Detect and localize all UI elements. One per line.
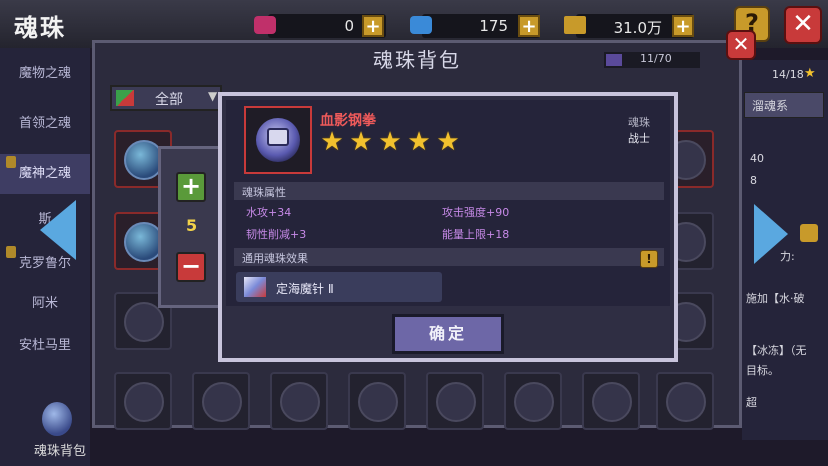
right-text-4: 目标。 bbox=[746, 364, 779, 377]
star-icon: ★ bbox=[436, 127, 460, 157]
right-progress: 14/18 bbox=[772, 68, 804, 81]
attributes-header bbox=[234, 182, 664, 200]
soul-bag-icon[interactable] bbox=[42, 402, 72, 436]
decrease-button[interactable]: − bbox=[176, 252, 206, 282]
lock-icon bbox=[6, 156, 16, 168]
right-value-2: 8 bbox=[750, 174, 757, 187]
quantity-value: 5 bbox=[186, 216, 198, 235]
right-text-2: 施加【水·破 bbox=[746, 292, 805, 305]
lock-icon bbox=[6, 246, 16, 258]
blue-gem-icon bbox=[410, 16, 432, 34]
attribute-toughness-reduction: 韧性削减+3 bbox=[246, 228, 307, 241]
add-gold-button[interactable]: + bbox=[672, 15, 694, 37]
soul-orb-icon bbox=[280, 382, 320, 422]
soul-bag-label[interactable]: 魂珠背包 bbox=[34, 440, 86, 459]
add-pink-gem-button[interactable]: + bbox=[362, 15, 384, 37]
soul-orb-icon bbox=[666, 382, 706, 422]
sidebar-item-andumari[interactable]: 安杜马里 bbox=[0, 326, 90, 366]
star-icon: ★ bbox=[378, 127, 402, 157]
right-help-chip[interactable] bbox=[800, 224, 818, 242]
attribute-water-attack: 水攻+34 bbox=[246, 206, 292, 219]
soul-orb-icon bbox=[124, 382, 164, 422]
filter-label: 全部 bbox=[155, 92, 183, 108]
add-blue-gem-button[interactable]: + bbox=[518, 15, 540, 37]
effect-chip[interactable] bbox=[236, 272, 442, 302]
soul-orb-icon bbox=[514, 382, 554, 422]
pink-gem-icon bbox=[254, 16, 276, 34]
filter-icon bbox=[116, 90, 134, 106]
previous-arrow-icon[interactable] bbox=[40, 200, 76, 260]
attributes-title: 魂珠属性 bbox=[242, 186, 286, 199]
gold-chest-icon bbox=[564, 16, 586, 34]
item-class: 战士 bbox=[628, 132, 650, 145]
star-icon: ★ bbox=[407, 127, 431, 157]
soul-orb-icon bbox=[358, 382, 398, 422]
fist-icon bbox=[267, 128, 289, 146]
close-bag-button[interactable]: ✕ bbox=[726, 30, 756, 60]
resource-pink-value: 0 bbox=[344, 17, 354, 35]
attribute-energy-cap: 能量上限+18 bbox=[442, 228, 510, 241]
chevron-down-icon: ▼ bbox=[208, 89, 218, 103]
soul-orb-icon bbox=[436, 382, 476, 422]
soul-orb-icon bbox=[202, 382, 242, 422]
right-text-5: 超 bbox=[746, 396, 757, 409]
star-icon: ★ bbox=[320, 127, 344, 157]
resource-gold-value: 31.0万 bbox=[613, 19, 662, 37]
capacity-text: 11/70 bbox=[640, 52, 672, 65]
star-icon: ★ bbox=[349, 127, 373, 157]
item-category: 魂珠 bbox=[628, 116, 650, 129]
attribute-attack-power: 攻击强度+90 bbox=[442, 206, 510, 219]
star-icon: ★ bbox=[804, 66, 816, 81]
resource-blue-value: 175 bbox=[479, 17, 508, 35]
effect-help-button[interactable]: ! bbox=[640, 250, 658, 268]
increase-button[interactable]: + bbox=[176, 172, 206, 202]
confirm-button[interactable]: 确定 bbox=[392, 314, 504, 354]
right-tab-label: 溜魂系 bbox=[752, 99, 789, 113]
right-value-1: 40 bbox=[750, 152, 764, 165]
next-arrow-icon[interactable] bbox=[754, 204, 788, 264]
capacity-fill bbox=[606, 54, 622, 66]
sidebar-item-ami[interactable]: 阿米 bbox=[0, 284, 90, 324]
sidebar-item-boss-soul[interactable]: 首领之魂 bbox=[0, 104, 90, 144]
soul-orb-icon bbox=[124, 302, 164, 342]
effect-name: 定海魔针 Ⅱ bbox=[276, 282, 334, 296]
effect-title: 通用魂珠效果 bbox=[242, 252, 308, 265]
sidebar-item-monster-soul[interactable]: 魔物之魂 bbox=[0, 54, 90, 94]
close-screen-button[interactable]: ✕ bbox=[784, 6, 822, 44]
soul-orb-icon bbox=[592, 382, 632, 422]
right-text-3: 【冰冻】（无 bbox=[746, 344, 807, 357]
page-title: 魂珠 bbox=[14, 14, 66, 42]
skill-icon bbox=[244, 277, 266, 297]
